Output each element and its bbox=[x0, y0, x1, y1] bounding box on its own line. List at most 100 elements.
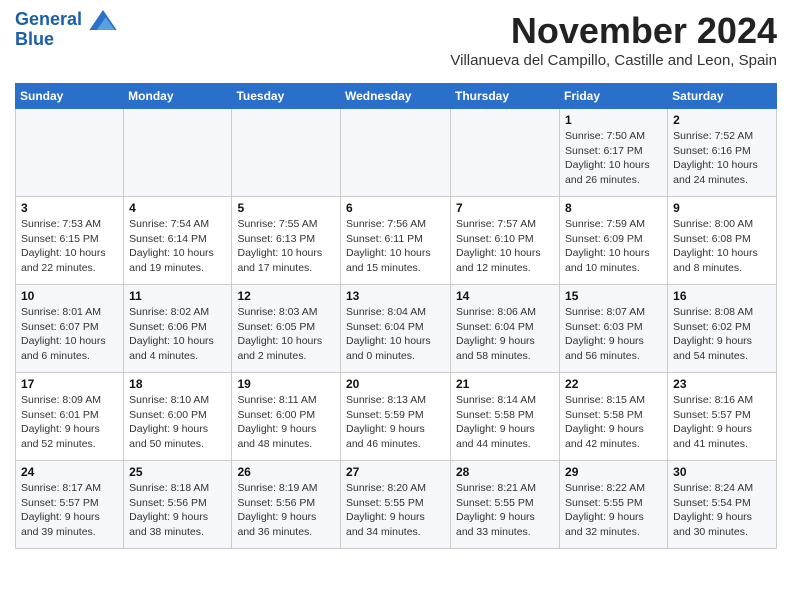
calendar-cell: 1 Sunrise: 7:50 AM Sunset: 6:17 PM Daylig… bbox=[560, 109, 668, 197]
calendar-cell: 6 Sunrise: 7:56 AM Sunset: 6:11 PM Daylig… bbox=[341, 197, 451, 285]
month-title: November 2024 bbox=[450, 10, 777, 52]
calendar-cell: 24 Sunrise: 8:17 AM Sunset: 5:57 PM Dayli… bbox=[16, 461, 124, 549]
day-number: 1 bbox=[565, 113, 662, 127]
calendar-cell: 14 Sunrise: 8:06 AM Sunset: 6:04 PM Dayli… bbox=[451, 285, 560, 373]
day-info: Sunrise: 8:14 AM Sunset: 5:58 PM Dayligh… bbox=[456, 393, 554, 452]
day-info: Sunrise: 8:00 AM Sunset: 6:08 PM Dayligh… bbox=[673, 217, 771, 276]
calendar-cell bbox=[232, 109, 341, 197]
day-number: 16 bbox=[673, 289, 771, 303]
calendar-cell: 21 Sunrise: 8:14 AM Sunset: 5:58 PM Dayli… bbox=[451, 373, 560, 461]
calendar-cell: 22Sunrise: 8:15 AM Sunset: 5:58 PM Dayli… bbox=[560, 373, 668, 461]
day-info: Sunrise: 8:24 AM Sunset: 5:54 PM Dayligh… bbox=[673, 481, 771, 540]
location-subtitle: Villanueva del Campillo, Castille and Le… bbox=[450, 52, 777, 69]
day-info: Sunrise: 7:55 AM Sunset: 6:13 PM Dayligh… bbox=[237, 217, 335, 276]
day-number: 18 bbox=[129, 377, 226, 391]
day-number: 6 bbox=[346, 201, 445, 215]
calendar-cell: 10 Sunrise: 8:01 AM Sunset: 6:07 PM Dayli… bbox=[16, 285, 124, 373]
calendar-cell bbox=[341, 109, 451, 197]
day-number: 25 bbox=[129, 465, 226, 479]
calendar-cell: 11 Sunrise: 8:02 AM Sunset: 6:06 PM Dayli… bbox=[124, 285, 232, 373]
calendar-cell: 16 Sunrise: 8:08 AM Sunset: 6:02 PM Dayli… bbox=[668, 285, 777, 373]
day-number: 24 bbox=[21, 465, 118, 479]
calendar-cell: 17 Sunrise: 8:09 AM Sunset: 6:01 PM Dayli… bbox=[16, 373, 124, 461]
day-header-wednesday: Wednesday bbox=[341, 84, 451, 109]
day-number: 13 bbox=[346, 289, 445, 303]
day-number: 28 bbox=[456, 465, 554, 479]
calendar-cell: 3 Sunrise: 7:53 AM Sunset: 6:15 PM Daylig… bbox=[16, 197, 124, 285]
day-number: 23 bbox=[673, 377, 771, 391]
day-number: 11 bbox=[129, 289, 226, 303]
day-info: Sunrise: 7:50 AM Sunset: 6:17 PM Dayligh… bbox=[565, 129, 662, 188]
day-info: Sunrise: 8:01 AM Sunset: 6:07 PM Dayligh… bbox=[21, 305, 118, 364]
calendar-cell: 27 Sunrise: 8:20 AM Sunset: 5:55 PM Dayli… bbox=[341, 461, 451, 549]
day-number: 4 bbox=[129, 201, 226, 215]
logo-line2: Blue bbox=[15, 30, 117, 50]
day-number: 26 bbox=[237, 465, 335, 479]
day-number: 14 bbox=[456, 289, 554, 303]
day-info: Sunrise: 8:20 AM Sunset: 5:55 PM Dayligh… bbox=[346, 481, 445, 540]
calendar-cell: 19 Sunrise: 8:11 AM Sunset: 6:00 PM Dayli… bbox=[232, 373, 341, 461]
day-number: 17 bbox=[21, 377, 118, 391]
day-number: 12 bbox=[237, 289, 335, 303]
day-info: Sunrise: 8:17 AM Sunset: 5:57 PM Dayligh… bbox=[21, 481, 118, 540]
day-number: 7 bbox=[456, 201, 554, 215]
calendar-cell: 30 Sunrise: 8:24 AM Sunset: 5:54 PM Dayli… bbox=[668, 461, 777, 549]
calendar-cell: 2 Sunrise: 7:52 AM Sunset: 6:16 PM Daylig… bbox=[668, 109, 777, 197]
day-info: Sunrise: 8:08 AM Sunset: 6:02 PM Dayligh… bbox=[673, 305, 771, 364]
day-info: Sunrise: 8:11 AM Sunset: 6:00 PM Dayligh… bbox=[237, 393, 335, 452]
day-header-tuesday: Tuesday bbox=[232, 84, 341, 109]
day-number: 29 bbox=[565, 465, 662, 479]
calendar-table: SundayMondayTuesdayWednesdayThursdayFrid… bbox=[15, 83, 777, 549]
day-number: 3 bbox=[21, 201, 118, 215]
day-header-sunday: Sunday bbox=[16, 84, 124, 109]
day-info: Sunrise: 7:59 AM Sunset: 6:09 PM Dayligh… bbox=[565, 217, 662, 276]
day-info: Sunrise: 8:18 AM Sunset: 5:56 PM Dayligh… bbox=[129, 481, 226, 540]
day-header-monday: Monday bbox=[124, 84, 232, 109]
calendar-cell bbox=[16, 109, 124, 197]
day-info: Sunrise: 8:09 AM Sunset: 6:01 PM Dayligh… bbox=[21, 393, 118, 452]
day-info: Sunrise: 8:03 AM Sunset: 6:05 PM Dayligh… bbox=[237, 305, 335, 364]
calendar-cell: 4 Sunrise: 7:54 AM Sunset: 6:14 PM Daylig… bbox=[124, 197, 232, 285]
calendar-cell: 5Sunrise: 7:55 AM Sunset: 6:13 PM Daylig… bbox=[232, 197, 341, 285]
day-number: 10 bbox=[21, 289, 118, 303]
day-number: 21 bbox=[456, 377, 554, 391]
calendar-cell: 15 Sunrise: 8:07 AM Sunset: 6:03 PM Dayli… bbox=[560, 285, 668, 373]
day-header-thursday: Thursday bbox=[451, 84, 560, 109]
day-number: 9 bbox=[673, 201, 771, 215]
logo: General Blue bbox=[15, 10, 117, 50]
day-number: 30 bbox=[673, 465, 771, 479]
day-number: 19 bbox=[237, 377, 335, 391]
day-info: Sunrise: 8:21 AM Sunset: 5:55 PM Dayligh… bbox=[456, 481, 554, 540]
day-header-friday: Friday bbox=[560, 84, 668, 109]
day-info: Sunrise: 8:19 AM Sunset: 5:56 PM Dayligh… bbox=[237, 481, 335, 540]
calendar-cell: 20 Sunrise: 8:13 AM Sunset: 5:59 PM Dayli… bbox=[341, 373, 451, 461]
day-info: Sunrise: 7:57 AM Sunset: 6:10 PM Dayligh… bbox=[456, 217, 554, 276]
calendar-cell: 7 Sunrise: 7:57 AM Sunset: 6:10 PM Daylig… bbox=[451, 197, 560, 285]
day-number: 22 bbox=[565, 377, 662, 391]
day-info: Sunrise: 8:06 AM Sunset: 6:04 PM Dayligh… bbox=[456, 305, 554, 364]
day-info: Sunrise: 8:10 AM Sunset: 6:00 PM Dayligh… bbox=[129, 393, 226, 452]
calendar-cell: 23 Sunrise: 8:16 AM Sunset: 5:57 PM Dayli… bbox=[668, 373, 777, 461]
logo-line1: General bbox=[15, 10, 117, 30]
day-number: 2 bbox=[673, 113, 771, 127]
calendar-cell: 25 Sunrise: 8:18 AM Sunset: 5:56 PM Dayli… bbox=[124, 461, 232, 549]
day-info: Sunrise: 7:52 AM Sunset: 6:16 PM Dayligh… bbox=[673, 129, 771, 188]
calendar-cell: 29 Sunrise: 8:22 AM Sunset: 5:55 PM Dayli… bbox=[560, 461, 668, 549]
calendar-cell: 18 Sunrise: 8:10 AM Sunset: 6:00 PM Dayli… bbox=[124, 373, 232, 461]
calendar-cell: 9 Sunrise: 8:00 AM Sunset: 6:08 PM Daylig… bbox=[668, 197, 777, 285]
day-info: Sunrise: 7:54 AM Sunset: 6:14 PM Dayligh… bbox=[129, 217, 226, 276]
day-info: Sunrise: 8:16 AM Sunset: 5:57 PM Dayligh… bbox=[673, 393, 771, 452]
day-info: Sunrise: 8:13 AM Sunset: 5:59 PM Dayligh… bbox=[346, 393, 445, 452]
day-info: Sunrise: 7:53 AM Sunset: 6:15 PM Dayligh… bbox=[21, 217, 118, 276]
day-info: Sunrise: 8:22 AM Sunset: 5:55 PM Dayligh… bbox=[565, 481, 662, 540]
day-number: 15 bbox=[565, 289, 662, 303]
day-info: Sunrise: 8:02 AM Sunset: 6:06 PM Dayligh… bbox=[129, 305, 226, 364]
day-info: Sunrise: 8:07 AM Sunset: 6:03 PM Dayligh… bbox=[565, 305, 662, 364]
calendar-cell: 26 Sunrise: 8:19 AM Sunset: 5:56 PM Dayli… bbox=[232, 461, 341, 549]
day-info: Sunrise: 7:56 AM Sunset: 6:11 PM Dayligh… bbox=[346, 217, 445, 276]
day-info: Sunrise: 8:04 AM Sunset: 6:04 PM Dayligh… bbox=[346, 305, 445, 364]
day-number: 27 bbox=[346, 465, 445, 479]
day-number: 20 bbox=[346, 377, 445, 391]
calendar-cell: 12 Sunrise: 8:03 AM Sunset: 6:05 PM Dayli… bbox=[232, 285, 341, 373]
calendar-cell: 13 Sunrise: 8:04 AM Sunset: 6:04 PM Dayli… bbox=[341, 285, 451, 373]
